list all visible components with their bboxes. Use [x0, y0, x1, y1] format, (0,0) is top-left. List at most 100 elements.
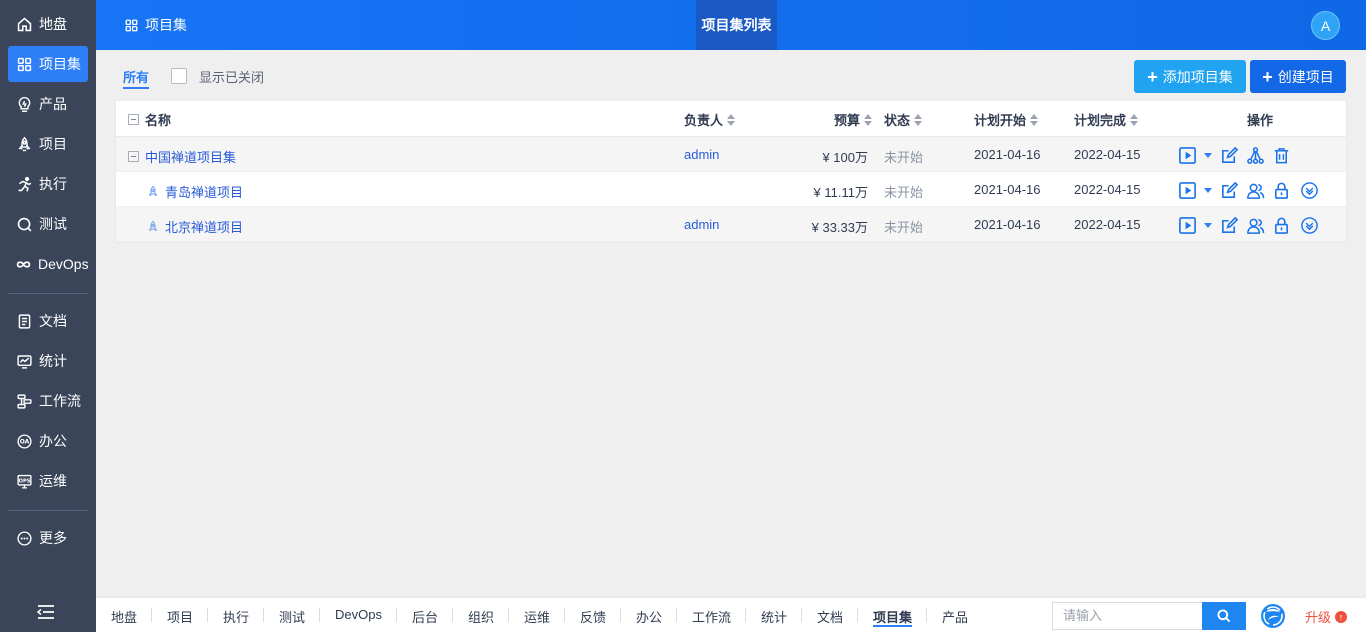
start-icon[interactable] — [1177, 145, 1197, 165]
row-actions — [1177, 180, 1319, 200]
sidebar-item-more[interactable]: 更多 — [8, 520, 88, 556]
col-owner[interactable]: 负责人 — [684, 110, 736, 129]
sidebar-item-ops[interactable]: OPS 运维 — [8, 463, 88, 499]
trash-icon[interactable] — [1271, 145, 1291, 165]
footer-nav-product[interactable]: 产品 — [942, 607, 968, 626]
sidebar-item-label: 项目集 — [39, 56, 81, 72]
program-table: 名称 负责人 预算 状态 计划开始 计划完成 操作 中国禅道项目集 admin … — [116, 101, 1346, 242]
show-closed-label[interactable]: 显示已关闭 — [199, 67, 264, 86]
sidebar: 地盘 项目集 产品 项目 执行 测试 DevOps 文档 统计 工作流 OA 办… — [0, 0, 96, 632]
footer-nav-doc[interactable]: 文档 — [817, 607, 843, 626]
footer-nav-execution[interactable]: 执行 — [223, 607, 249, 626]
sidebar-item-dashboard[interactable]: 地盘 — [8, 6, 88, 42]
footer-nav-program[interactable]: 项目集 — [873, 607, 912, 626]
lock-icon[interactable] — [1271, 215, 1291, 235]
status-cell: 未开始 — [884, 150, 924, 165]
sidebar-item-stats[interactable]: 统计 — [8, 343, 88, 379]
collapse-all-icon[interactable] — [128, 114, 139, 125]
plan-end-cell: 2022-04-15 — [1074, 217, 1141, 232]
sidebar-item-workflow[interactable]: 工作流 — [8, 383, 88, 419]
sidebar-item-test[interactable]: 测试 — [8, 206, 88, 242]
plan-start-cell: 2021-04-16 — [974, 182, 1041, 197]
team-icon[interactable] — [1245, 215, 1265, 235]
row-actions — [1177, 145, 1291, 165]
team-icon[interactable] — [1245, 180, 1265, 200]
name-cell: 北京禅道项目 — [146, 217, 243, 236]
owner-cell[interactable]: admin — [684, 217, 719, 232]
breadcrumb[interactable]: 项目集 — [124, 15, 187, 35]
footer-divider — [452, 608, 453, 622]
rocket-icon — [148, 185, 158, 196]
project-name-link[interactable]: 北京禅道项目 — [165, 217, 243, 236]
sidebar-item-doc[interactable]: 文档 — [8, 303, 88, 339]
menu-collapse-icon[interactable] — [37, 604, 55, 620]
footer-divider — [801, 608, 802, 622]
chevron-down-icon[interactable] — [1204, 222, 1212, 228]
start-icon[interactable] — [1177, 180, 1197, 200]
footer-nav-dashboard[interactable]: 地盘 — [111, 607, 137, 626]
col-plan-end[interactable]: 计划完成 — [1074, 110, 1139, 129]
footer-nav-project[interactable]: 项目 — [167, 607, 193, 626]
program-name-link[interactable]: 中国禅道项目集 — [145, 147, 236, 166]
tab-all[interactable]: 所有 — [123, 67, 149, 86]
sidebar-item-program[interactable]: 项目集 — [8, 46, 88, 82]
sidebar-item-project[interactable]: 项目 — [8, 126, 88, 162]
edit-icon[interactable] — [1219, 145, 1239, 165]
footer-nav-devops[interactable]: DevOps — [335, 607, 382, 622]
upgrade-link[interactable]: 升级 ↑ — [1305, 607, 1348, 626]
budget-cell: ¥ 100万 — [822, 150, 868, 165]
footer-divider — [745, 608, 746, 622]
status-cell: 未开始 — [884, 220, 924, 235]
sidebar-item-label: 文档 — [39, 313, 67, 329]
status-cell: 未开始 — [884, 185, 924, 200]
chevron-down-icon[interactable] — [1204, 187, 1212, 193]
tab-program-list[interactable]: 项目集列表 — [696, 0, 777, 50]
search-input[interactable]: 请输入 — [1052, 602, 1202, 630]
edit-icon[interactable] — [1219, 180, 1239, 200]
start-icon[interactable] — [1177, 215, 1197, 235]
col-budget[interactable]: 预算 — [834, 110, 873, 129]
sidebar-item-label: DevOps — [38, 256, 89, 272]
add-program-button[interactable]: + 添加项目集 — [1134, 60, 1246, 93]
row-actions — [1177, 215, 1319, 235]
footer-nav-oa[interactable]: 办公 — [636, 607, 662, 626]
tab-active-indicator — [123, 87, 149, 89]
col-status[interactable]: 状态 — [884, 110, 923, 129]
chevron-down-icon[interactable] — [1204, 152, 1212, 158]
footer-nav-stats[interactable]: 统计 — [761, 607, 787, 626]
sort-icon — [1130, 113, 1139, 126]
show-closed-checkbox[interactable] — [171, 68, 187, 84]
footer-nav-feedback[interactable]: 反馈 — [580, 607, 606, 626]
svg-text:OA: OA — [19, 438, 29, 445]
sidebar-item-devops[interactable]: DevOps — [8, 246, 89, 282]
upgrade-label: 升级 — [1305, 610, 1332, 625]
footer-divider — [319, 608, 320, 622]
footer-nav-workflow[interactable]: 工作流 — [692, 607, 731, 626]
link-project-icon[interactable] — [1245, 145, 1265, 165]
footer-nav-org[interactable]: 组织 — [468, 607, 494, 626]
sidebar-item-label: 产品 — [39, 96, 67, 112]
project-name-link[interactable]: 青岛禅道项目 — [165, 182, 243, 201]
sidebar-item-execution[interactable]: 执行 — [8, 166, 88, 202]
lock-icon[interactable] — [1271, 180, 1291, 200]
more-actions-icon[interactable] — [1299, 215, 1319, 235]
create-project-button[interactable]: + 创建项目 — [1250, 60, 1346, 93]
avatar[interactable]: A — [1311, 11, 1340, 40]
sidebar-item-oa[interactable]: OA 办公 — [8, 423, 88, 459]
footer-nav-admin[interactable]: 后台 — [412, 607, 438, 626]
footer-divider — [151, 608, 152, 622]
collapse-icon[interactable] — [128, 151, 139, 162]
footer-nav-test[interactable]: 测试 — [279, 607, 305, 626]
owner-cell[interactable]: admin — [684, 147, 719, 162]
breadcrumb-label: 项目集 — [145, 17, 187, 33]
search-button[interactable] — [1202, 602, 1246, 630]
zentao-logo-icon[interactable] — [1260, 603, 1286, 629]
sidebar-item-product[interactable]: 产品 — [8, 86, 88, 122]
infinity-icon — [15, 255, 32, 273]
footer-nav-ops[interactable]: 运维 — [524, 607, 550, 626]
col-plan-start[interactable]: 计划开始 — [974, 110, 1039, 129]
edit-icon[interactable] — [1219, 215, 1239, 235]
more-actions-icon[interactable] — [1299, 180, 1319, 200]
workflow-icon — [15, 392, 33, 410]
col-name[interactable]: 名称 — [128, 110, 171, 129]
